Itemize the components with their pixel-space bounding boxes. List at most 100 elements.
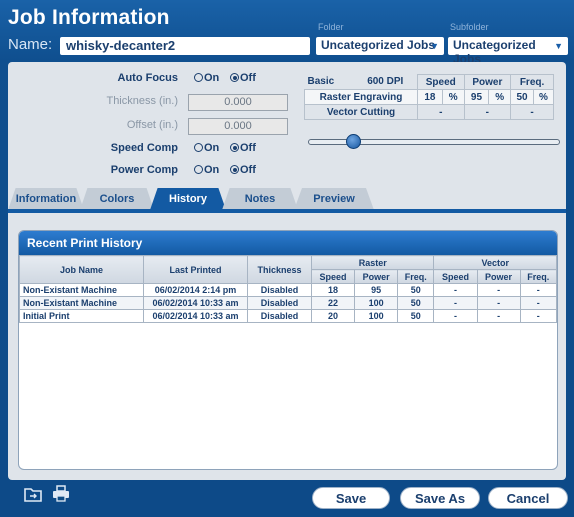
auto-focus-off-radio[interactable]: Off (230, 72, 256, 84)
speed-comp-label: Speed Comp (110, 142, 178, 154)
radio-icon (194, 165, 203, 174)
job-name-input[interactable]: whisky-decanter2 (60, 37, 310, 55)
cell-vector-power: - (476, 283, 521, 297)
cell-raster-freq: 50 (397, 283, 435, 297)
print-history-title: Recent Print History (19, 231, 557, 255)
col-raster: Raster (310, 255, 435, 270)
radio-icon (194, 73, 203, 82)
table-row[interactable]: Non-Existant Machine 06/02/2014 10:33 am… (19, 296, 557, 310)
folder-import-icon[interactable] (24, 486, 42, 507)
radio-icon (194, 143, 203, 152)
cell-vector-freq: - (519, 309, 557, 323)
folder-label: Folder (318, 22, 344, 32)
subfolder-select[interactable]: Uncategorized Jobs ▼ (448, 37, 568, 66)
power-comp-off-radio[interactable]: Off (230, 164, 256, 176)
cell-date: 06/02/2014 2:14 pm (143, 283, 248, 297)
cell-raster-speed: 20 (310, 309, 356, 323)
tab-underline (8, 209, 566, 213)
vector-freq[interactable]: - (510, 104, 554, 120)
thickness-field[interactable]: 0.000 (188, 94, 288, 111)
folder-select-value: Uncategorized Jobs (321, 38, 436, 52)
auto-focus-on-radio[interactable]: On (194, 72, 219, 84)
tab-colors[interactable]: Colors (80, 188, 154, 210)
raster-engraving-label[interactable]: Raster Engraving (304, 89, 418, 105)
speed-comp-on-radio[interactable]: On (194, 142, 219, 154)
subfolder-label: Subfolder (450, 22, 489, 32)
chevron-down-icon: ▼ (430, 41, 439, 51)
vector-speed[interactable]: - (417, 104, 465, 120)
tab-information[interactable]: Information (8, 188, 84, 210)
col-vector-power: Power (476, 269, 521, 284)
cell-thickness: Disabled (247, 283, 312, 297)
raster-speed[interactable]: 18 (417, 89, 443, 105)
tab-history[interactable]: History (150, 188, 226, 210)
job-information-window: Job Information Name: whisky-decanter2 F… (0, 0, 574, 517)
cell-vector-speed: - (433, 309, 478, 323)
cell-vector-speed: - (433, 296, 478, 310)
speed-comp-off-radio[interactable]: Off (230, 142, 256, 154)
raster-power-unit: % (488, 89, 512, 105)
col-job-name: Job Name (19, 255, 144, 284)
radio-selected-icon (230, 73, 239, 82)
save-as-button[interactable]: Save As (400, 487, 480, 509)
folder-select[interactable]: Uncategorized Jobs ▼ (316, 37, 444, 55)
power-comp-on-radio[interactable]: On (194, 164, 219, 176)
name-label: Name: (8, 36, 53, 53)
table-row[interactable]: Non-Existant Machine 06/02/2014 2:14 pm … (19, 283, 557, 297)
tab-preview[interactable]: Preview (294, 188, 374, 210)
col-last-printed: Last Printed (143, 255, 248, 284)
col-raster-power: Power (354, 269, 399, 284)
job-settings-panel: Auto Focus Thickness (in.) Offset (in.) … (8, 62, 566, 480)
cancel-button[interactable]: Cancel (488, 487, 568, 509)
col-vector: Vector (433, 255, 557, 270)
raster-freq[interactable]: 50 (510, 89, 534, 105)
cell-job: Non-Existant Machine (19, 283, 144, 297)
cell-raster-power: 95 (354, 283, 399, 297)
cell-raster-freq: 50 (397, 296, 435, 310)
raster-power[interactable]: 95 (463, 89, 490, 105)
offset-label: Offset (in.) (126, 119, 178, 131)
cell-job: Initial Print (19, 309, 144, 323)
raster-speed-unit: % (441, 89, 465, 105)
offset-field[interactable]: 0.000 (188, 118, 288, 135)
vector-power[interactable]: - (463, 104, 512, 120)
cell-raster-power: 100 (354, 296, 399, 310)
cell-raster-power: 100 (354, 309, 399, 323)
setting-slider-handle[interactable] (346, 134, 361, 149)
col-vector-speed: Speed (433, 269, 478, 284)
mode-label: Basic (307, 76, 335, 88)
table-row[interactable]: Initial Print 06/02/2014 10:33 am Disabl… (19, 309, 557, 323)
printer-icon[interactable] (52, 485, 70, 507)
power-comp-label: Power Comp (110, 164, 178, 176)
speed-header: Speed (417, 74, 465, 90)
cell-raster-speed: 22 (310, 296, 356, 310)
cell-vector-power: - (476, 296, 521, 310)
window-title: Job Information (8, 6, 170, 29)
col-raster-freq: Freq. (397, 269, 435, 284)
cell-job: Non-Existant Machine (19, 296, 144, 310)
cell-thickness: Disabled (247, 309, 312, 323)
raster-freq-unit: % (532, 89, 555, 105)
dpi-label: 600 DPI (367, 76, 404, 88)
tab-bar: Information Colors History Notes Preview (8, 188, 566, 210)
save-button[interactable]: Save (312, 487, 390, 509)
cell-vector-speed: - (433, 283, 478, 297)
cell-vector-freq: - (519, 296, 557, 310)
cell-raster-freq: 50 (397, 309, 435, 323)
power-header: Power (463, 74, 512, 90)
thickness-label: Thickness (in.) (106, 95, 178, 107)
freq-header: Freq. (510, 74, 554, 90)
chevron-down-icon: ▼ (554, 41, 563, 51)
col-vector-freq: Freq. (519, 269, 557, 284)
col-thickness: Thickness (247, 255, 312, 284)
laser-settings-table: Basic 600 DPI Speed Power Freq. Raster E… (304, 74, 555, 120)
auto-focus-label: Auto Focus (117, 72, 179, 84)
cell-thickness: Disabled (247, 296, 312, 310)
tab-notes[interactable]: Notes (222, 188, 298, 210)
print-history-panel: Recent Print History Job Name Last Print… (18, 230, 558, 470)
cell-raster-speed: 18 (310, 283, 356, 297)
cell-vector-freq: - (519, 283, 557, 297)
vector-cutting-label[interactable]: Vector Cutting (304, 104, 418, 120)
col-raster-speed: Speed (310, 269, 356, 284)
cell-date: 06/02/2014 10:33 am (143, 309, 248, 323)
